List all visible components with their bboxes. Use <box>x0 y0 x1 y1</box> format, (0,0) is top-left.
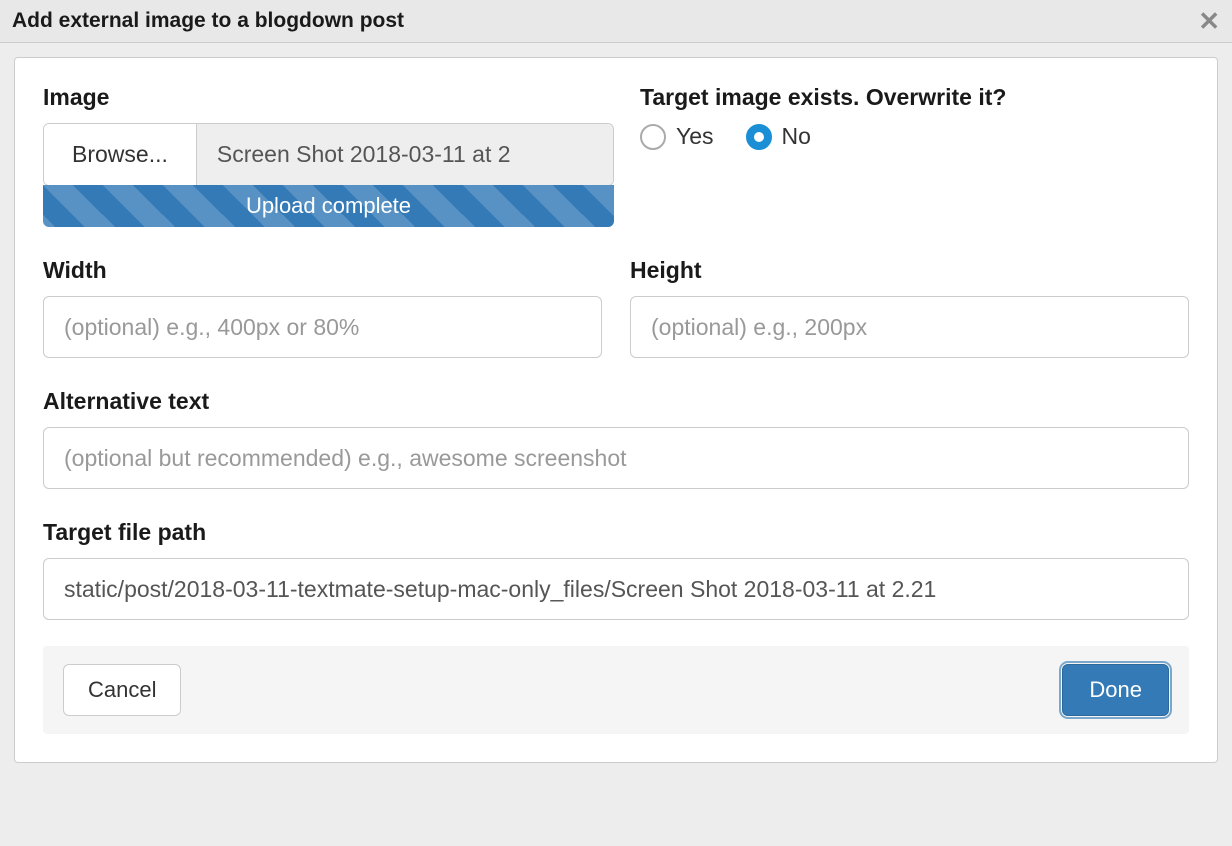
target-path-input[interactable] <box>43 558 1189 620</box>
upload-progress: Upload complete <box>43 185 614 227</box>
radio-yes[interactable]: Yes <box>640 123 714 150</box>
radio-no-dot <box>754 132 764 142</box>
target-path-label: Target file path <box>43 519 1189 546</box>
form-panel: Image Browse... Screen Shot 2018-03-11 a… <box>14 57 1218 763</box>
dialog-footer: Cancel Done <box>43 646 1189 734</box>
dialog-body: Image Browse... Screen Shot 2018-03-11 a… <box>0 43 1232 773</box>
alt-input[interactable] <box>43 427 1189 489</box>
height-input[interactable] <box>630 296 1189 358</box>
upload-progress-text: Upload complete <box>246 193 411 219</box>
radio-no-label: No <box>782 123 811 150</box>
cancel-button[interactable]: Cancel <box>63 664 181 716</box>
file-input[interactable]: Browse... Screen Shot 2018-03-11 at 2 <box>43 123 614 186</box>
width-input[interactable] <box>43 296 602 358</box>
browse-button[interactable]: Browse... <box>44 124 197 185</box>
alt-label: Alternative text <box>43 388 1189 415</box>
radio-yes-label: Yes <box>676 123 714 150</box>
radio-no[interactable]: No <box>746 123 811 150</box>
radio-yes-circle <box>640 124 666 150</box>
overwrite-label: Target image exists. Overwrite it? <box>640 84 1189 111</box>
image-label: Image <box>43 84 614 111</box>
selected-filename: Screen Shot 2018-03-11 at 2 <box>197 124 613 185</box>
dialog-header: Add external image to a blogdown post ✕ <box>0 0 1232 43</box>
done-button[interactable]: Done <box>1062 664 1169 716</box>
radio-no-circle <box>746 124 772 150</box>
dialog-title: Add external image to a blogdown post <box>12 9 404 33</box>
overwrite-radio-group: Yes No <box>640 123 1189 150</box>
width-label: Width <box>43 257 602 284</box>
height-label: Height <box>630 257 1189 284</box>
close-icon[interactable]: ✕ <box>1198 8 1220 34</box>
